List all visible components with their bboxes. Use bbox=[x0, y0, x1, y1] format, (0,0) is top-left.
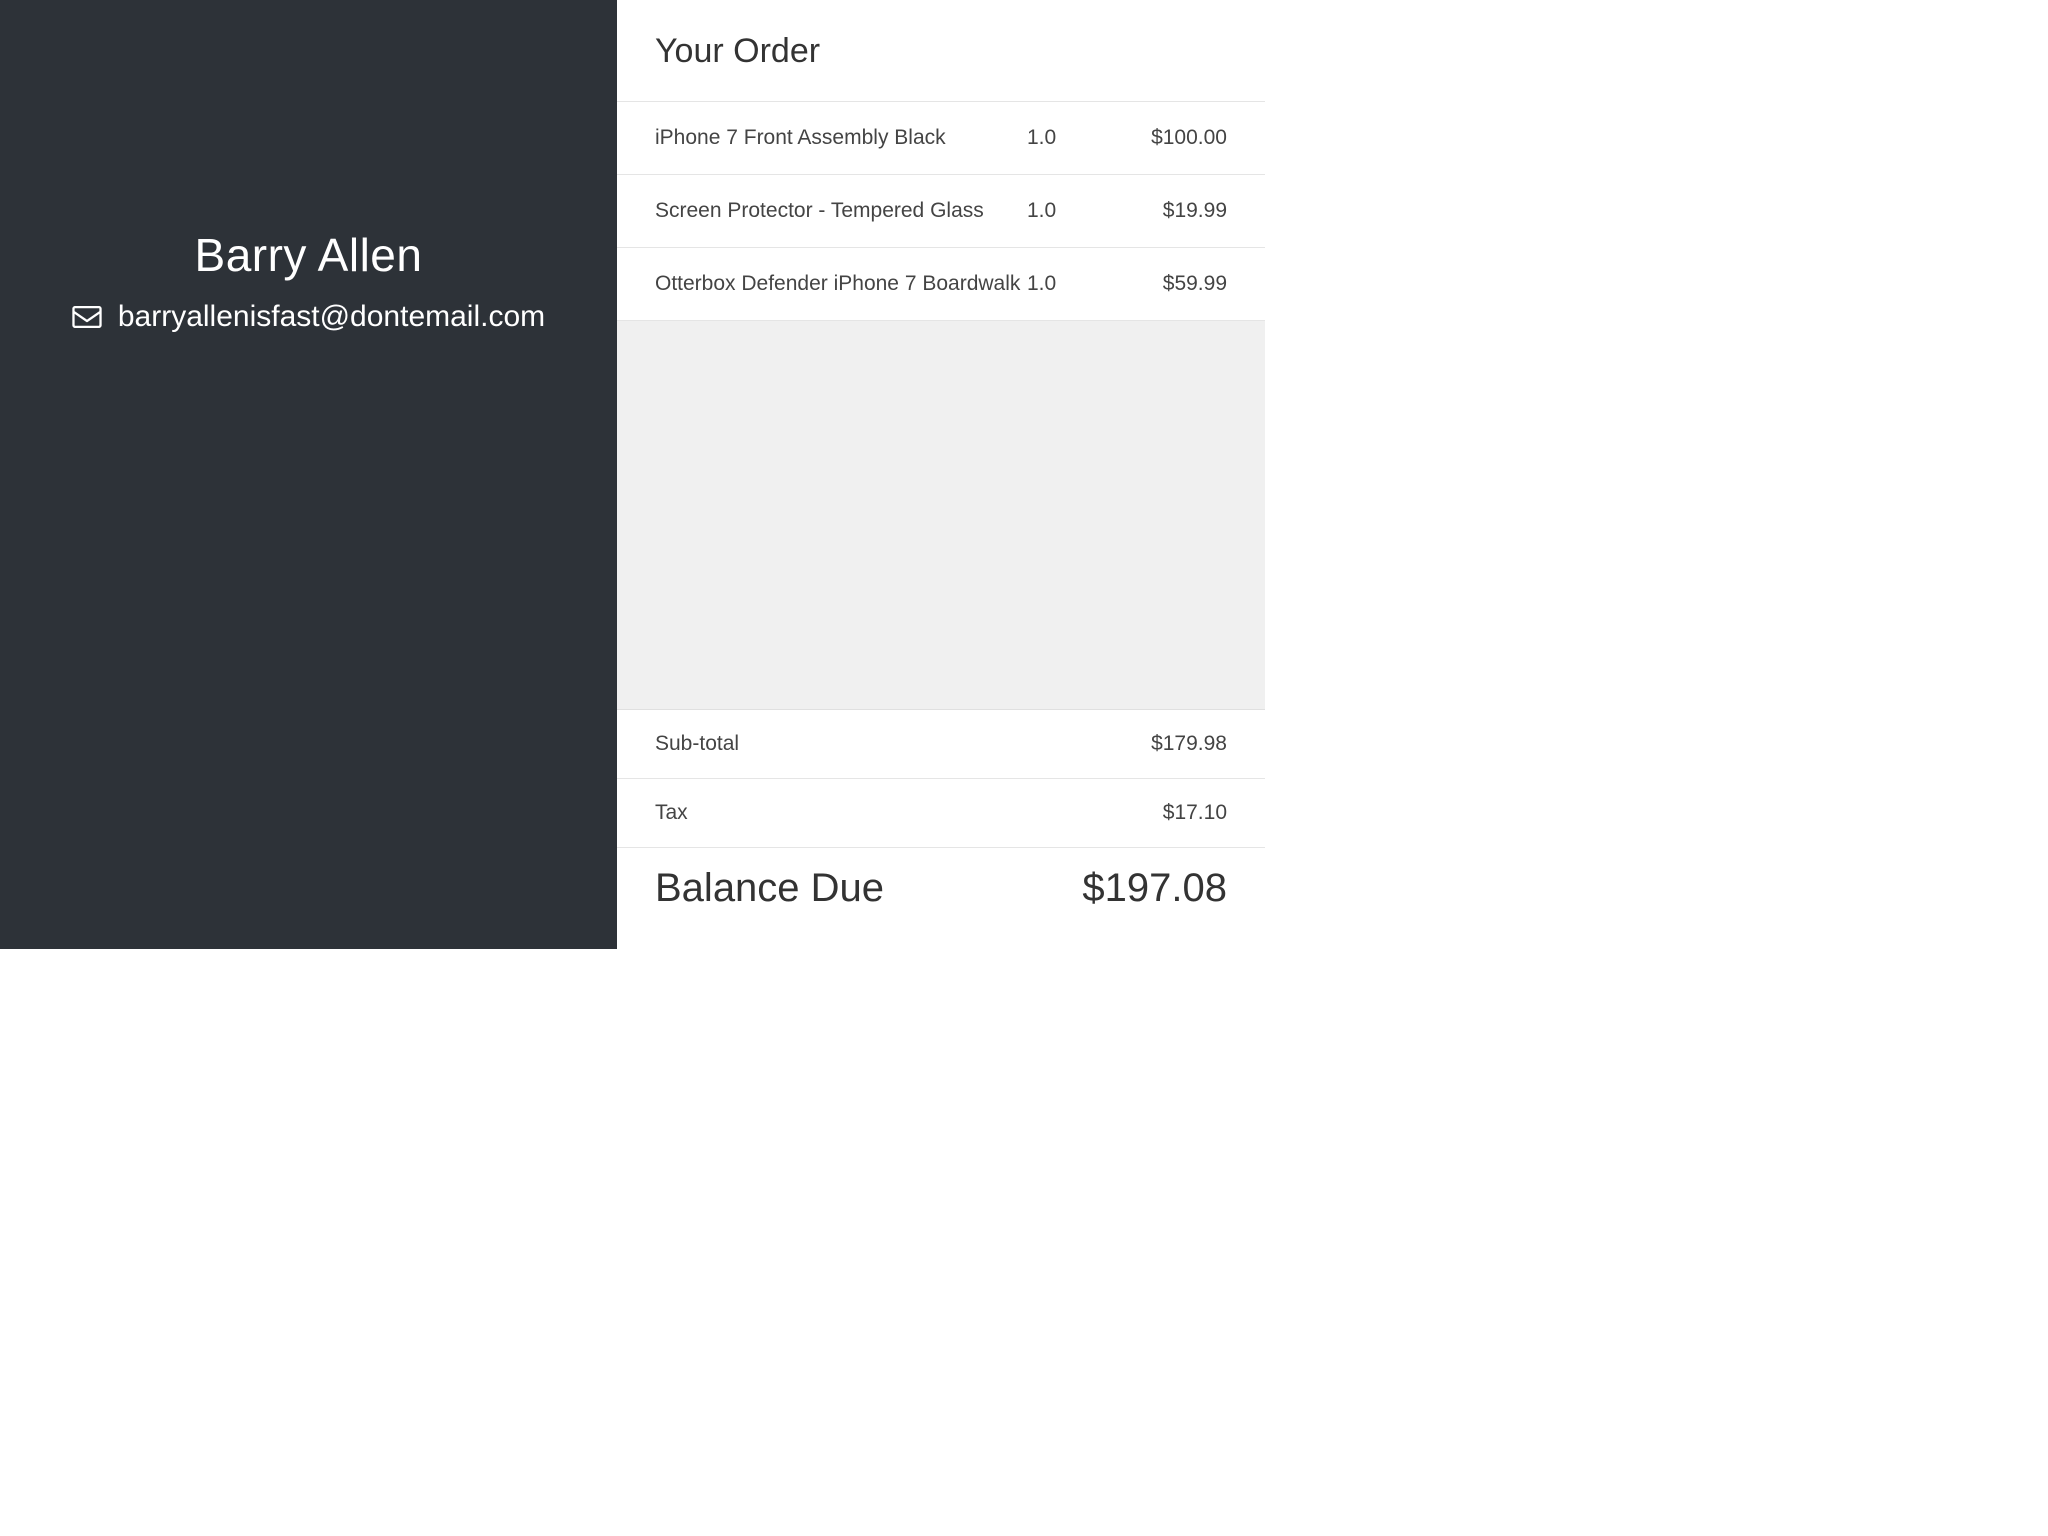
order-header: Your Order bbox=[617, 0, 1265, 102]
subtotal-value: $179.98 bbox=[1151, 732, 1227, 756]
item-price: $100.00 bbox=[1117, 126, 1227, 150]
email-icon bbox=[72, 306, 102, 328]
order-item[interactable]: Otterbox Defender iPhone 7 Boardwalk 1.0… bbox=[617, 248, 1265, 321]
balance-label: Balance Due bbox=[655, 866, 884, 911]
balance-row: Balance Due $197.08 bbox=[617, 848, 1265, 949]
subtotal-label: Sub-total bbox=[655, 732, 739, 756]
order-item[interactable]: Screen Protector - Tempered Glass 1.0 $1… bbox=[617, 175, 1265, 248]
item-name: Screen Protector - Tempered Glass bbox=[655, 199, 1027, 223]
item-price: $59.99 bbox=[1117, 272, 1227, 296]
item-qty: 1.0 bbox=[1027, 126, 1117, 150]
item-name: iPhone 7 Front Assembly Black bbox=[655, 126, 1027, 150]
customer-email: barryallenisfast@dontemail.com bbox=[118, 300, 545, 334]
spacer bbox=[617, 321, 1265, 710]
order-panel: Your Order iPhone 7 Front Assembly Black… bbox=[617, 0, 1265, 949]
tax-label: Tax bbox=[655, 801, 688, 825]
order-item[interactable]: iPhone 7 Front Assembly Black 1.0 $100.0… bbox=[617, 102, 1265, 175]
item-qty: 1.0 bbox=[1027, 272, 1117, 296]
customer-panel: Barry Allen barryallenisfast@dontemail.c… bbox=[0, 0, 617, 949]
customer-name: Barry Allen bbox=[0, 228, 617, 282]
order-totals: Sub-total $179.98 Tax $17.10 Balance Due… bbox=[617, 710, 1265, 949]
order-items-list: iPhone 7 Front Assembly Black 1.0 $100.0… bbox=[617, 102, 1265, 321]
item-price: $19.99 bbox=[1117, 199, 1227, 223]
tax-row: Tax $17.10 bbox=[617, 779, 1265, 848]
balance-value: $197.08 bbox=[1082, 866, 1227, 911]
item-qty: 1.0 bbox=[1027, 199, 1117, 223]
subtotal-row: Sub-total $179.98 bbox=[617, 710, 1265, 779]
customer-email-row: barryallenisfast@dontemail.com bbox=[0, 300, 617, 334]
tax-value: $17.10 bbox=[1163, 801, 1227, 825]
order-title: Your Order bbox=[655, 32, 1227, 71]
item-name: Otterbox Defender iPhone 7 Boardwalk bbox=[655, 272, 1027, 296]
